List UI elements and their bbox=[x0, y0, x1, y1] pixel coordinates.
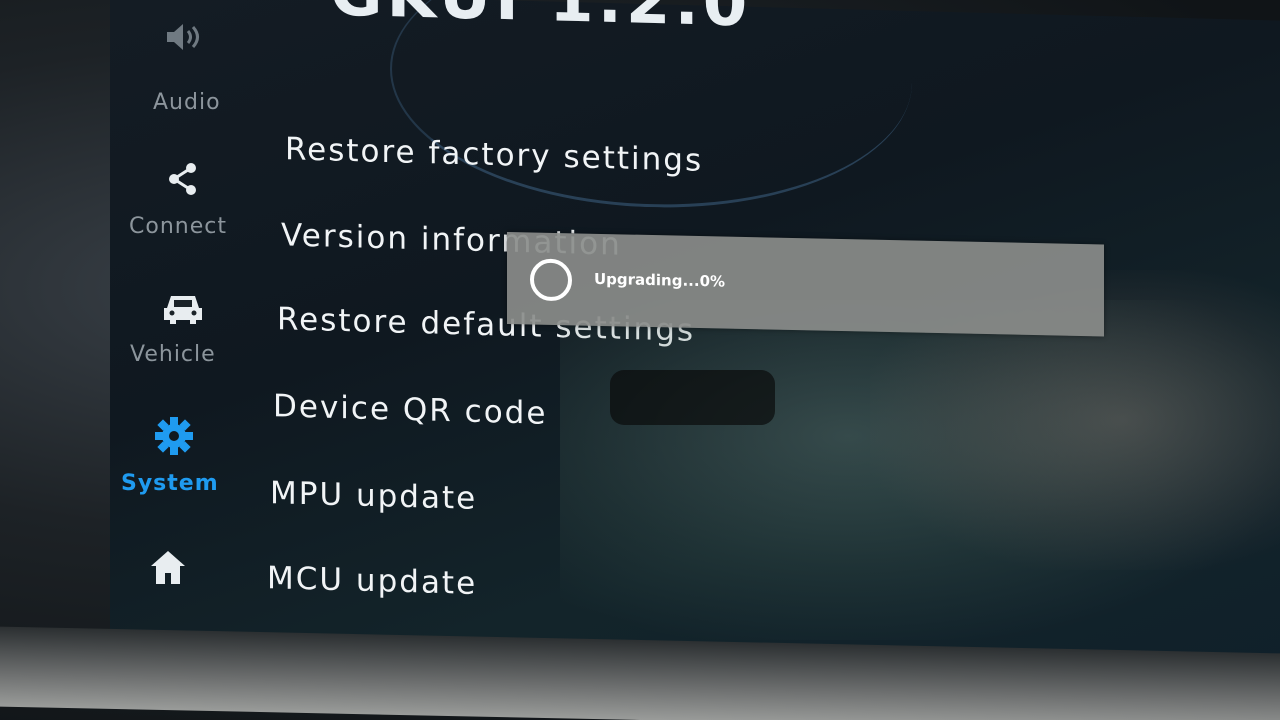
sidebar-item-vehicle[interactable]: Vehicle bbox=[115, 290, 250, 367]
upgrade-status-text: Upgrading...0% bbox=[594, 269, 726, 291]
sidebar-item-label: System bbox=[121, 471, 219, 496]
menu-item-mcu-update[interactable]: MCU update bbox=[267, 560, 477, 602]
menu-item-device-qr[interactable]: Device QR code bbox=[273, 388, 547, 432]
gear-icon bbox=[155, 417, 193, 455]
sidebar-item-label: Connect bbox=[129, 214, 227, 239]
phone-reflection bbox=[610, 370, 775, 425]
sidebar: Audio Connect Vehicle System bbox=[115, 0, 250, 640]
home-icon bbox=[151, 551, 185, 584]
sidebar-item-connect[interactable]: Connect bbox=[115, 160, 250, 239]
upgrade-dialog: Upgrading...0% bbox=[507, 232, 1104, 337]
sidebar-item-label: Audio bbox=[153, 90, 221, 115]
speaker-icon bbox=[166, 24, 199, 50]
sidebar-item-audio[interactable]: Audio bbox=[115, 20, 250, 115]
loading-spinner-icon bbox=[530, 258, 572, 302]
menu-item-mpu-update[interactable]: MPU update bbox=[270, 475, 477, 517]
sidebar-item-label: Vehicle bbox=[130, 342, 216, 367]
photo-frame: GKUI 1.2.0 Audio Connect bbox=[0, 0, 1280, 720]
share-icon bbox=[168, 163, 196, 195]
car-icon bbox=[163, 296, 202, 324]
sidebar-item-system[interactable]: System bbox=[115, 415, 250, 496]
sidebar-item-home[interactable] bbox=[115, 548, 250, 594]
